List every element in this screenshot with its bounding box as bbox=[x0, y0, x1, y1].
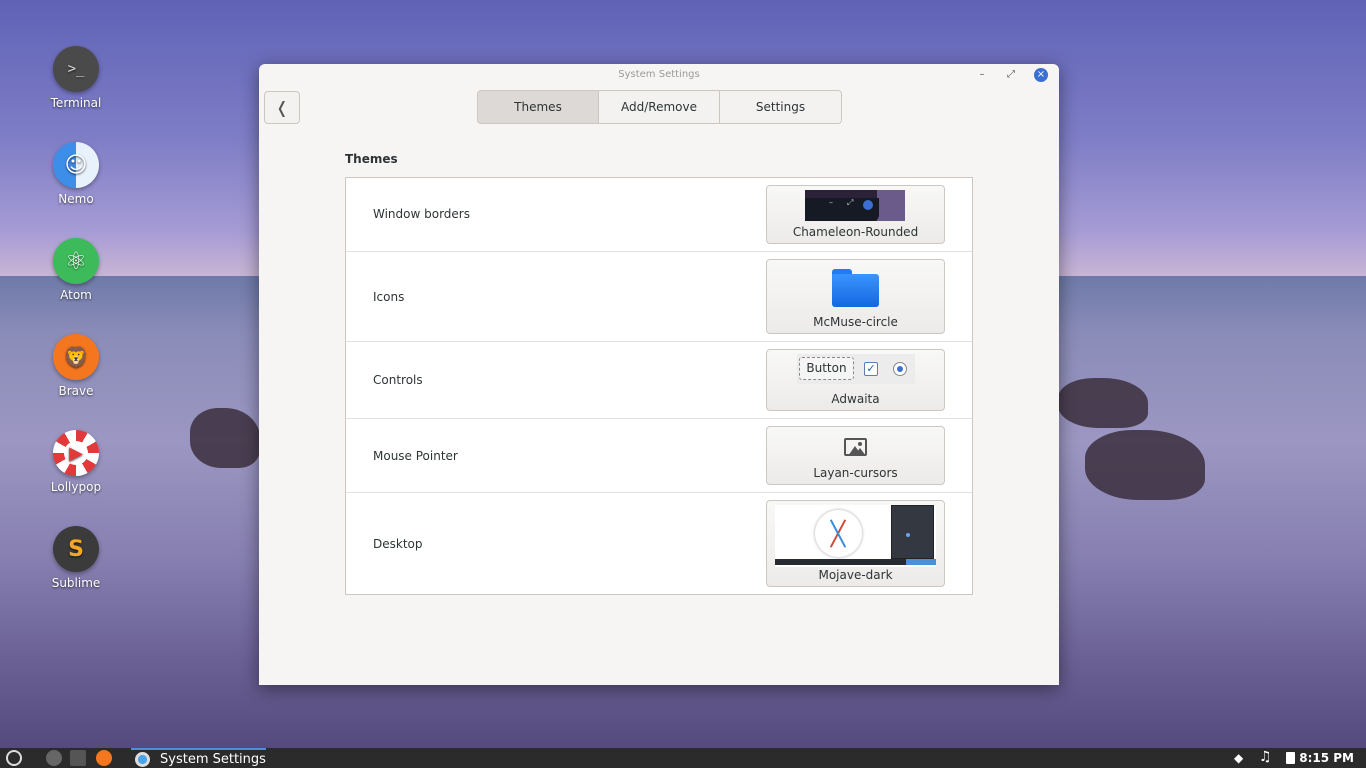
desktop-icon-label: Brave bbox=[58, 384, 94, 398]
desktop-icon-sublime[interactable]: S Sublime bbox=[40, 526, 112, 590]
row-label: Icons bbox=[373, 290, 405, 304]
row-label: Controls bbox=[373, 373, 423, 387]
desktop-icon-lollypop[interactable]: ▶ Lollypop bbox=[40, 430, 112, 494]
show-desktop-icon[interactable] bbox=[46, 750, 62, 766]
list-item-controls: Controls Button ✓ Adwaita bbox=[346, 342, 972, 419]
brave-icon[interactable] bbox=[96, 750, 112, 766]
desktop-preview bbox=[775, 505, 936, 567]
chooser-value: Adwaita bbox=[831, 392, 880, 406]
desktop-icon-label: Sublime bbox=[51, 576, 101, 590]
controls-chooser[interactable]: Button ✓ Adwaita bbox=[766, 349, 945, 411]
row-label: Desktop bbox=[373, 537, 423, 551]
wallpaper-rock bbox=[1085, 430, 1205, 500]
section-title: Themes bbox=[345, 152, 398, 166]
desktop-icon-brave[interactable]: 🦁 Brave bbox=[40, 334, 112, 398]
row-label: Mouse Pointer bbox=[373, 449, 458, 463]
themes-list: Window borders – ⤢ Chameleon-Rounded Ico… bbox=[345, 177, 973, 595]
maximize-button[interactable]: ⤢ bbox=[1004, 68, 1018, 82]
desktop-icon-atom[interactable]: ⚛ Atom bbox=[40, 238, 112, 302]
taskbar-item-label: System Settings bbox=[160, 752, 266, 767]
mouse-pointer-chooser[interactable]: Layan-cursors bbox=[766, 426, 945, 485]
controls-preview: Button ✓ bbox=[797, 354, 915, 384]
nemo-icon: ☺ bbox=[53, 142, 99, 188]
atom-icon: ⚛ bbox=[53, 238, 99, 284]
chooser-value: McMuse-circle bbox=[813, 315, 898, 329]
window-title: System Settings bbox=[618, 69, 700, 80]
list-item-icons: Icons McMuse-circle bbox=[346, 252, 972, 342]
folder-icon bbox=[832, 269, 879, 307]
preview-button: Button bbox=[799, 357, 854, 380]
desktop-icon-terminal[interactable]: >_ Terminal bbox=[40, 46, 112, 110]
desktop-icon-label: Nemo bbox=[58, 192, 94, 206]
window-border-preview: – ⤢ bbox=[805, 190, 905, 221]
taskbar: System Settings ◆ ♫ 8:15 PM bbox=[0, 748, 1366, 768]
desktop-icon-label: Terminal bbox=[50, 96, 102, 110]
lollypop-icon: ▶ bbox=[53, 430, 99, 476]
desktop-icon-nemo[interactable]: ☺ Nemo bbox=[40, 142, 112, 206]
radio-icon bbox=[893, 362, 907, 376]
terminal-icon: >_ bbox=[53, 46, 99, 92]
icons-chooser[interactable]: McMuse-circle bbox=[766, 259, 945, 334]
menu-icon[interactable] bbox=[6, 750, 22, 766]
desktop-icon-label: Atom bbox=[60, 288, 92, 302]
tab-add-remove[interactable]: Add/Remove bbox=[599, 91, 720, 123]
row-label: Window borders bbox=[373, 207, 470, 221]
back-button[interactable]: ❬ bbox=[264, 91, 300, 124]
wifi-icon[interactable]: ◆ bbox=[1234, 751, 1243, 765]
desktop-icon-label: Lollypop bbox=[50, 480, 102, 494]
tab-themes[interactable]: Themes bbox=[478, 91, 599, 123]
calendar-preview bbox=[891, 505, 934, 559]
chooser-value: Mojave-dark bbox=[818, 568, 893, 582]
taskbar-item-system-settings[interactable]: System Settings bbox=[131, 748, 266, 768]
panel-preview bbox=[775, 559, 936, 565]
list-item-mouse-pointer: Mouse Pointer Layan-cursors bbox=[346, 419, 972, 493]
list-item-window-borders: Window borders – ⤢ Chameleon-Rounded bbox=[346, 178, 972, 252]
close-button[interactable]: × bbox=[1034, 68, 1048, 82]
checkbox-icon: ✓ bbox=[864, 362, 878, 376]
tab-settings[interactable]: Settings bbox=[720, 91, 841, 123]
files-icon[interactable] bbox=[70, 750, 86, 766]
chooser-value: Layan-cursors bbox=[813, 466, 898, 480]
sublime-icon: S bbox=[53, 526, 99, 572]
settings-icon bbox=[135, 752, 150, 767]
system-settings-window: System Settings – ⤢ × ❬ Themes Add/Remov… bbox=[259, 64, 1059, 685]
chevron-left-icon: ❬ bbox=[275, 98, 289, 117]
battery-icon[interactable] bbox=[1286, 752, 1295, 764]
brave-icon: 🦁 bbox=[53, 334, 99, 380]
list-item-desktop: Desktop Mojave-dark bbox=[346, 493, 972, 595]
window-borders-chooser[interactable]: – ⤢ Chameleon-Rounded bbox=[766, 185, 945, 244]
music-icon[interactable]: ♫ bbox=[1259, 749, 1272, 765]
tab-bar: Themes Add/Remove Settings bbox=[477, 90, 842, 124]
clock[interactable]: 8:15 PM bbox=[1299, 748, 1354, 768]
macos-x-logo-icon bbox=[815, 510, 862, 557]
image-placeholder-icon bbox=[844, 438, 867, 456]
wallpaper-rock bbox=[1058, 378, 1148, 428]
chooser-value: Chameleon-Rounded bbox=[792, 225, 919, 239]
wallpaper-rock bbox=[190, 408, 260, 468]
desktop-chooser[interactable]: Mojave-dark bbox=[766, 500, 945, 587]
minimize-button[interactable]: – bbox=[975, 68, 989, 82]
